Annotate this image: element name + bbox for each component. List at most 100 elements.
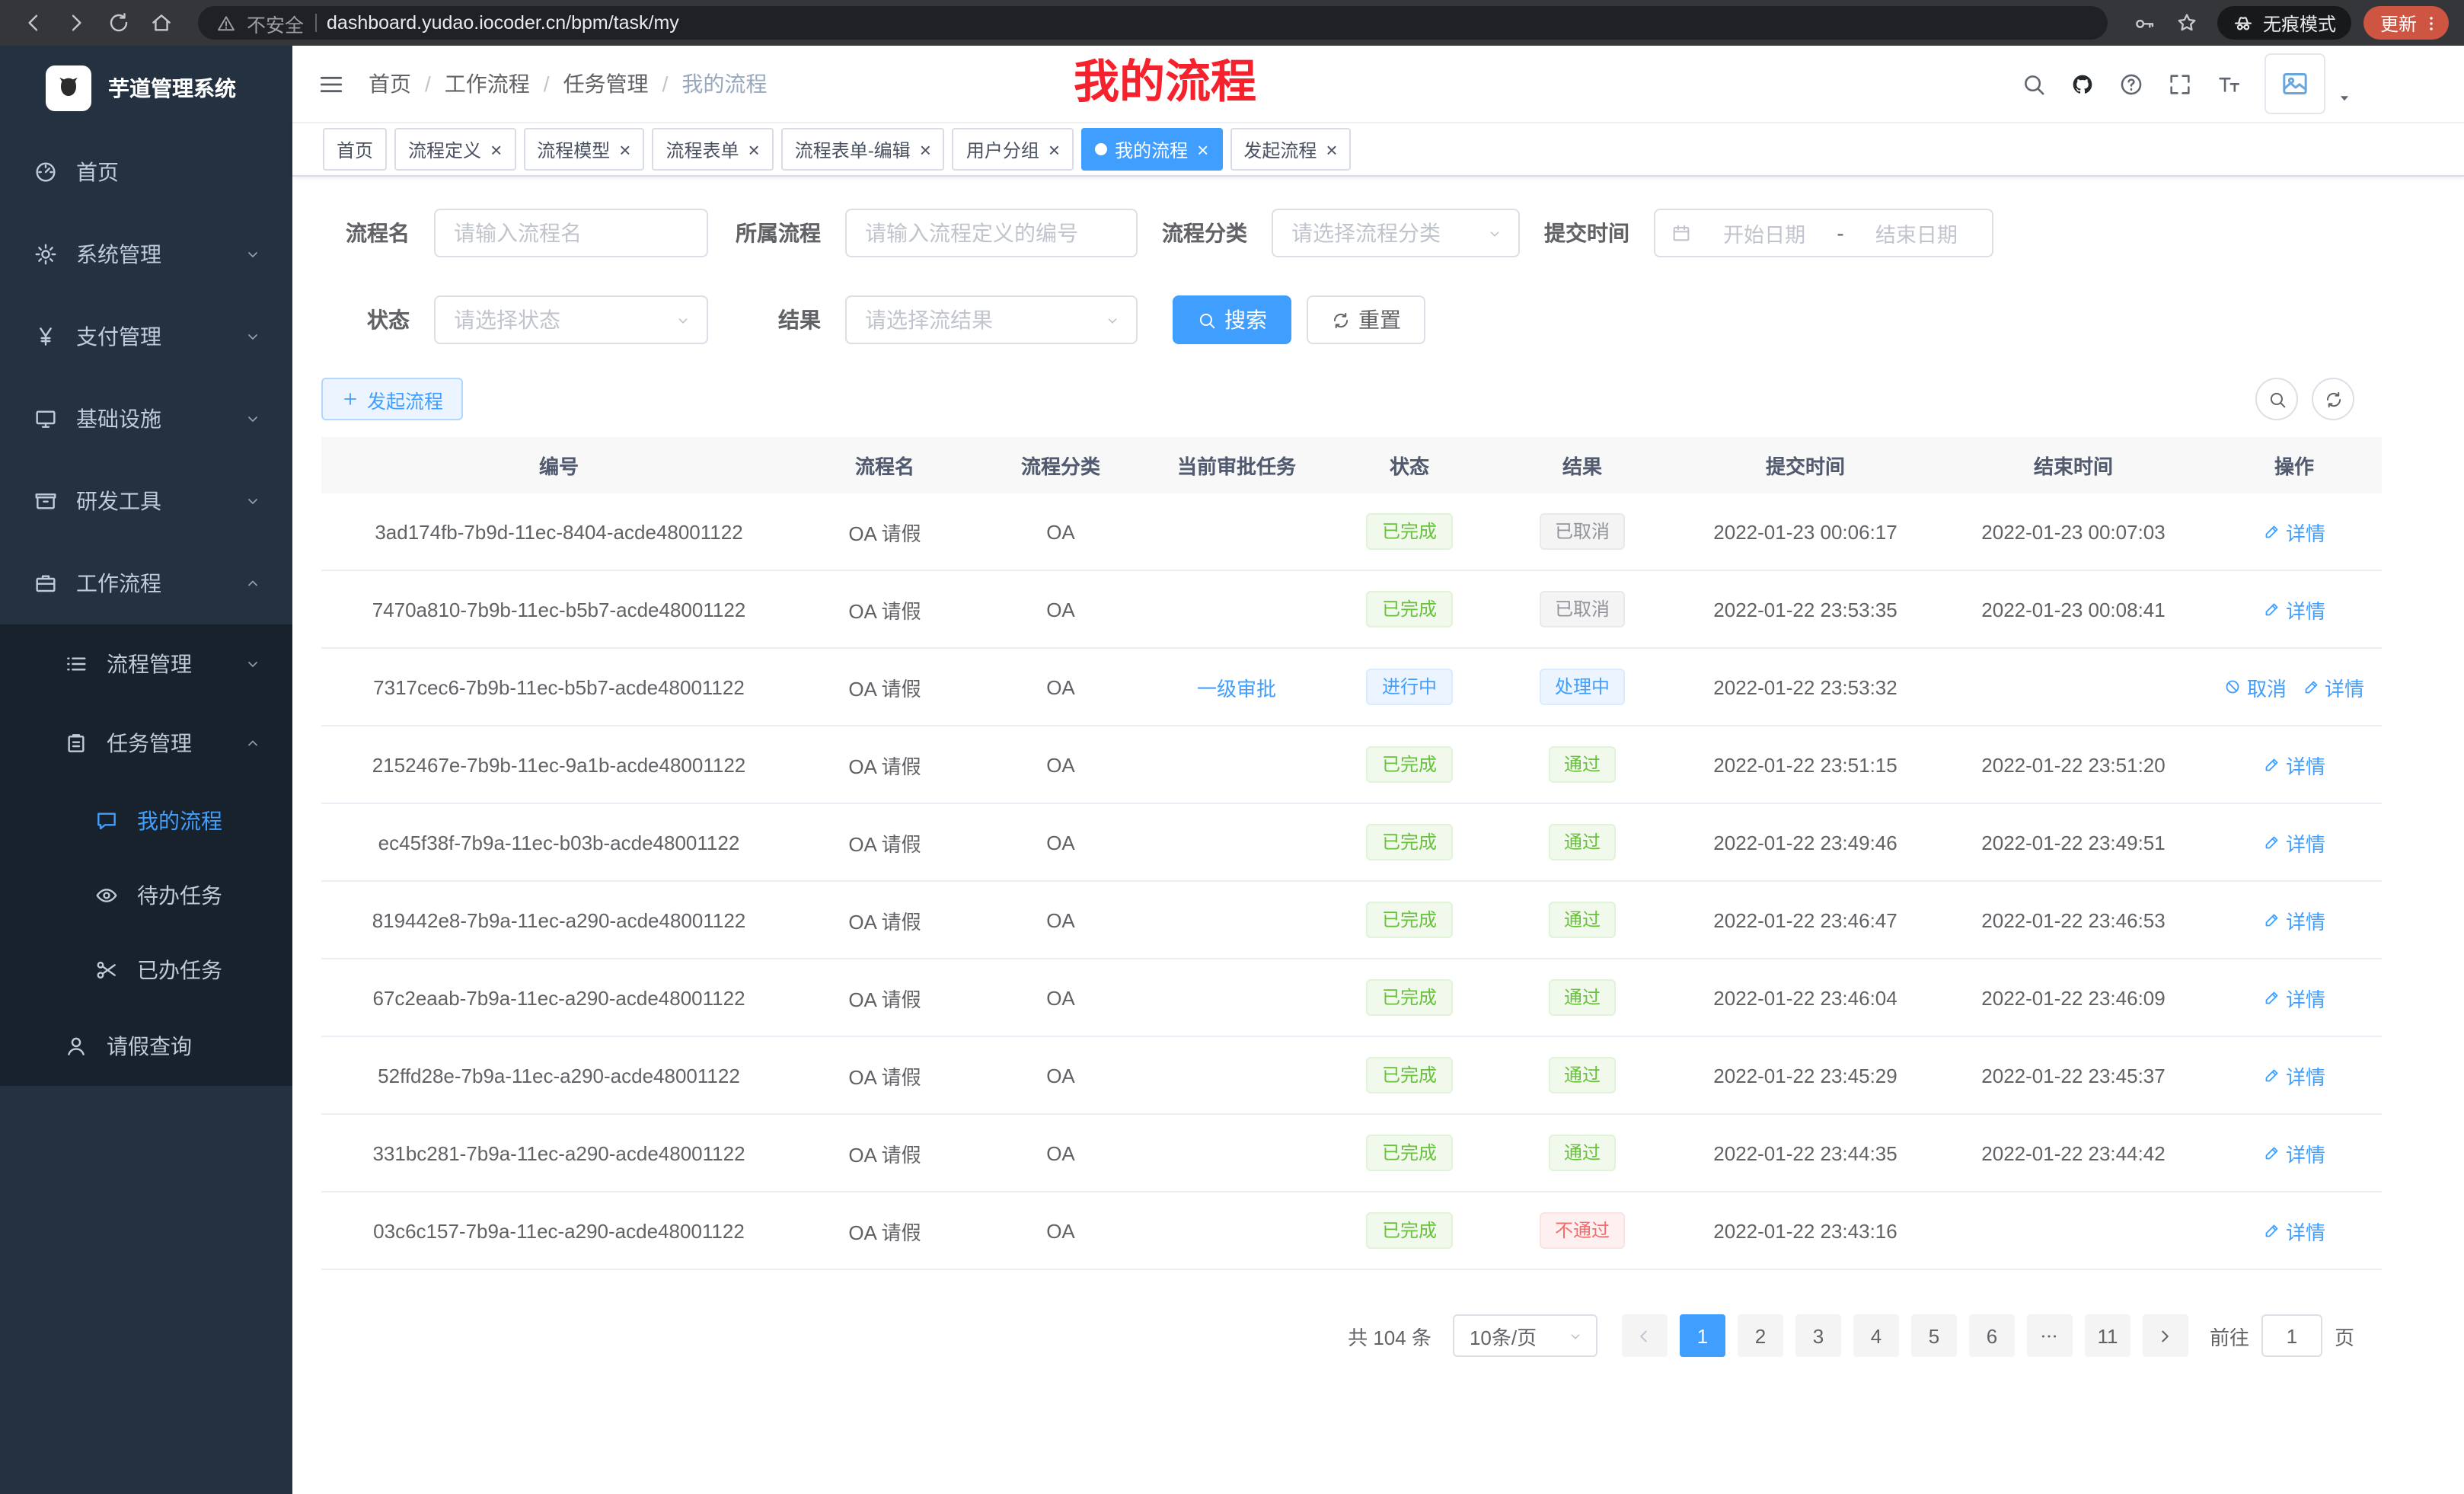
- user-avatar[interactable]: [2265, 53, 2325, 114]
- forward-icon[interactable]: [58, 5, 94, 41]
- status-tag: 已完成: [1367, 591, 1452, 627]
- cell-result: 通过: [1494, 726, 1671, 803]
- pagination-page-4[interactable]: 4: [1853, 1314, 1899, 1357]
- status-select[interactable]: 请选择状态: [434, 295, 708, 344]
- breadcrumb-item[interactable]: 首页: [369, 69, 411, 99]
- detail-link[interactable]: 详情: [2263, 1061, 2325, 1090]
- detail-link[interactable]: 详情: [2263, 983, 2325, 1012]
- sidebar-item-dev-tools[interactable]: 研发工具: [0, 460, 292, 542]
- pagination-page-1[interactable]: 1: [1680, 1314, 1725, 1357]
- detail-link[interactable]: 详情: [2263, 1138, 2325, 1167]
- pagination-page-2[interactable]: 2: [1738, 1314, 1783, 1357]
- sidebar-item-infrastructure[interactable]: 基础设施: [0, 378, 292, 460]
- status-tag: 已完成: [1367, 1057, 1452, 1093]
- refresh-icon: [2323, 389, 2343, 409]
- hamburger-icon[interactable]: [317, 69, 346, 98]
- incognito-label: 无痕模式: [2263, 10, 2336, 36]
- edit-icon: [2263, 600, 2281, 618]
- sidebar-item-todo-tasks[interactable]: 待办任务: [0, 857, 292, 932]
- search-icon[interactable]: [2021, 71, 2047, 97]
- sidebar-item-home[interactable]: 首页: [0, 131, 292, 213]
- close-icon[interactable]: ×: [619, 139, 630, 159]
- hide-search-button[interactable]: [2255, 378, 2298, 420]
- sidebar-item-task-management[interactable]: 任务管理: [0, 704, 292, 783]
- tab-start-process[interactable]: 发起流程×: [1230, 128, 1351, 171]
- create-process-button[interactable]: 发起流程: [321, 378, 463, 420]
- close-icon[interactable]: ×: [1197, 139, 1208, 159]
- close-icon[interactable]: ×: [748, 139, 760, 159]
- security-label[interactable]: 不安全: [247, 8, 304, 37]
- tab-process-form-edit[interactable]: 流程表单-编辑×: [781, 128, 945, 171]
- address-bar[interactable]: 不安全 dashboard.yudao.iocoder.cn/bpm/task/…: [198, 6, 2108, 40]
- goto-page-input[interactable]: [2261, 1314, 2322, 1357]
- fullscreen-icon[interactable]: [2167, 71, 2193, 97]
- edit-icon: [2263, 1144, 2281, 1162]
- approval-task-link[interactable]: 一级审批: [1197, 672, 1276, 701]
- close-icon[interactable]: ×: [1326, 139, 1337, 159]
- page-size-select[interactable]: 10条/页: [1453, 1314, 1597, 1357]
- refresh-table-button[interactable]: [2312, 378, 2354, 420]
- pagination-page-5[interactable]: 5: [1911, 1314, 1957, 1357]
- process-def-input[interactable]: [845, 209, 1138, 257]
- sidebar-item-my-process[interactable]: 我的流程: [0, 783, 292, 857]
- result-select[interactable]: 请选择流结果: [845, 295, 1138, 344]
- close-icon[interactable]: ×: [490, 139, 502, 159]
- font-size-icon[interactable]: [2216, 71, 2242, 97]
- process-table: 编号流程名流程分类当前审批任务状态结果提交时间结束时间操作 3ad174fb-7…: [321, 437, 2382, 1270]
- update-button[interactable]: 更新: [2363, 6, 2449, 40]
- tab-process-definition[interactable]: 流程定义×: [394, 128, 515, 171]
- detail-link[interactable]: 详情: [2263, 905, 2325, 934]
- status-tag: 进行中: [1367, 669, 1452, 705]
- detail-link[interactable]: 详情: [2302, 672, 2364, 701]
- caret-down-icon[interactable]: [2336, 90, 2353, 107]
- tab-home[interactable]: 首页: [323, 128, 387, 171]
- github-icon[interactable]: [2070, 71, 2095, 97]
- sidebar-item-system-management[interactable]: 系统管理: [0, 213, 292, 295]
- sidebar-item-process-management[interactable]: 流程管理: [0, 624, 292, 704]
- tab-my-process[interactable]: 我的流程×: [1081, 128, 1222, 171]
- reload-icon[interactable]: [101, 5, 137, 41]
- result-tag: 通过: [1549, 1135, 1616, 1171]
- back-icon[interactable]: [15, 5, 52, 41]
- app-logo[interactable]: 芋道管理系统: [0, 46, 292, 131]
- breadcrumb-item[interactable]: 工作流程: [445, 69, 530, 99]
- pagination-page-6[interactable]: 6: [1969, 1314, 2015, 1357]
- pagination-page-3[interactable]: 3: [1795, 1314, 1841, 1357]
- breadcrumb-item[interactable]: 任务管理: [563, 69, 649, 99]
- help-icon[interactable]: [2118, 71, 2144, 97]
- table-toolbar: 发起流程: [321, 378, 2354, 420]
- pagination-prev[interactable]: [1622, 1314, 1668, 1357]
- chevron-right-icon: [2156, 1326, 2175, 1346]
- close-icon[interactable]: ×: [920, 139, 931, 159]
- detail-link[interactable]: 详情: [2263, 828, 2325, 857]
- cell-actions: 详情: [2207, 803, 2382, 881]
- process-name-input[interactable]: [434, 209, 708, 257]
- pagination-next[interactable]: [2143, 1314, 2188, 1357]
- tab-process-model[interactable]: 流程模型×: [523, 128, 644, 171]
- sidebar-item-payment-management[interactable]: 支付管理: [0, 295, 292, 378]
- cancel-link[interactable]: 取消: [2224, 672, 2287, 701]
- sidebar-item-done-tasks[interactable]: 已办任务: [0, 932, 292, 1007]
- tab-process-form[interactable]: 流程表单×: [652, 128, 773, 171]
- submit-time-range-picker[interactable]: 开始日期 - 结束日期: [1654, 209, 1993, 257]
- home-icon[interactable]: [143, 5, 180, 41]
- pagination-more[interactable]: [2027, 1314, 2073, 1357]
- sidebar-item-label: 系统管理: [76, 239, 244, 270]
- tab-user-group[interactable]: 用户分组×: [953, 128, 1074, 171]
- category-select[interactable]: 请选择流程分类: [1272, 209, 1520, 257]
- sidebar-item-leave-query[interactable]: 请假查询: [0, 1007, 292, 1086]
- reset-button[interactable]: 重置: [1307, 295, 1425, 344]
- detail-link[interactable]: 详情: [2263, 595, 2325, 624]
- detail-link[interactable]: 详情: [2263, 750, 2325, 779]
- link-label: 详情: [2286, 1216, 2325, 1245]
- detail-link[interactable]: 详情: [2263, 517, 2325, 546]
- kebab-menu-icon[interactable]: [2421, 13, 2441, 33]
- content: 流程名 所属流程 流程分类 请选择流程分类: [292, 177, 2464, 1494]
- close-icon[interactable]: ×: [1048, 139, 1060, 159]
- search-button[interactable]: 搜索: [1173, 295, 1291, 344]
- sidebar-item-workflow[interactable]: 工作流程: [0, 542, 292, 624]
- detail-link[interactable]: 详情: [2263, 1216, 2325, 1245]
- key-icon[interactable]: [2126, 5, 2162, 41]
- star-icon[interactable]: [2169, 5, 2205, 41]
- pagination-page-11[interactable]: 11: [2085, 1314, 2130, 1357]
